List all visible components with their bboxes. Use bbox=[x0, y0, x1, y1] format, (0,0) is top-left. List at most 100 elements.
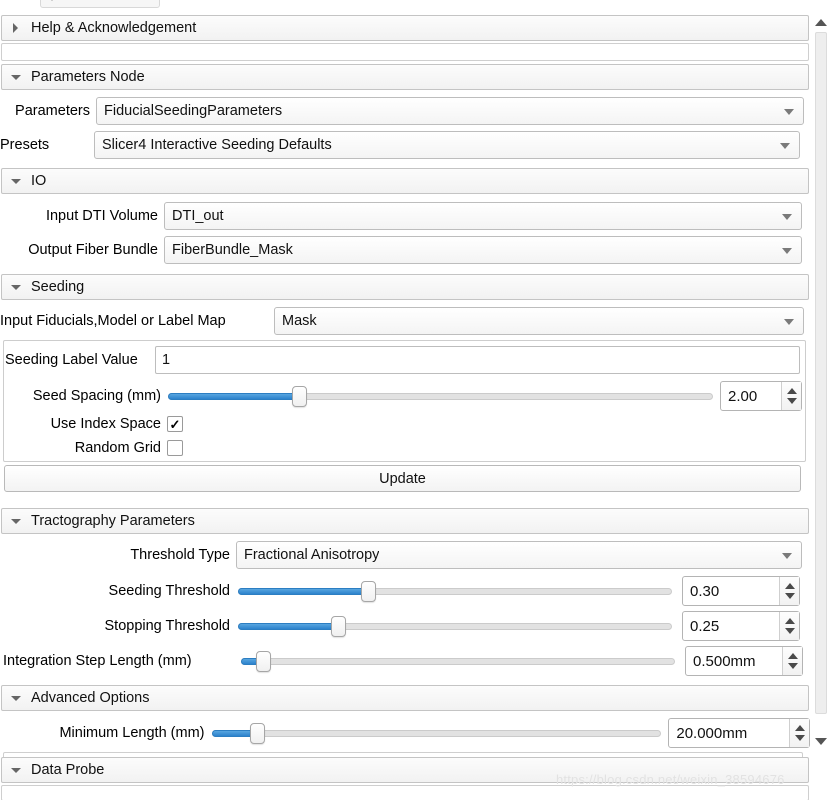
chevron-down-icon bbox=[784, 109, 794, 115]
input-dti-volume-combobox[interactable]: DTI_out bbox=[164, 202, 802, 230]
seeding-label-value-input[interactable]: 1 bbox=[155, 346, 800, 374]
vertical-scrollbar[interactable] bbox=[812, 14, 830, 750]
row-input-dti-volume: Input DTI Volume DTI_out bbox=[0, 201, 810, 231]
parameters-node-combobox[interactable]: FiducialSeedingParameters bbox=[96, 97, 804, 125]
spin-up-icon[interactable] bbox=[784, 583, 795, 589]
stopping-threshold-label: Stopping Threshold bbox=[104, 618, 231, 634]
seeding-threshold-spinbox[interactable]: 0.30 bbox=[682, 576, 800, 606]
spinbox-buttons[interactable] bbox=[789, 719, 809, 747]
section-header-parameters-node[interactable]: Parameters Node bbox=[1, 64, 809, 90]
chevron-down-icon bbox=[9, 70, 23, 84]
row-threshold-type: Threshold Type Fractional Anisotropy bbox=[0, 540, 810, 570]
seeding-label-value-label: Seeding Label Value bbox=[5, 352, 138, 368]
section-title-parameters-node: Parameters Node bbox=[31, 69, 145, 85]
output-fiber-bundle-label: Output Fiber Bundle bbox=[28, 242, 158, 258]
minimum-length-spinbox[interactable]: 20.000mm bbox=[668, 718, 810, 748]
help-body-strip bbox=[1, 43, 809, 61]
spinbox-buttons[interactable] bbox=[781, 382, 801, 410]
row-presets: Presets Slicer4 Interactive Seeding Defa… bbox=[0, 130, 810, 160]
spin-up-icon[interactable] bbox=[784, 618, 795, 624]
slider-handle[interactable] bbox=[330, 616, 346, 637]
input-dti-volume-value: DTI_out bbox=[172, 208, 224, 224]
watermark: https://blog.csdn.net/weixin_38594676 bbox=[556, 772, 785, 787]
input-fiducials-combobox[interactable]: Mask bbox=[274, 307, 804, 335]
row-input-fiducials: Input Fiducials,Model or Label Map Mask bbox=[0, 306, 810, 336]
spin-down-icon[interactable] bbox=[784, 593, 795, 599]
seed-spacing-slider[interactable] bbox=[168, 385, 713, 407]
spin-up-icon[interactable] bbox=[786, 388, 797, 394]
minimum-length-value: 20.000mm bbox=[676, 724, 748, 742]
input-fiducials-label: Input Fiducials,Model or Label Map bbox=[0, 313, 226, 329]
row-seeding-label-value: Seeding Label Value 1 bbox=[3, 345, 803, 375]
output-fiber-bundle-combobox[interactable]: FiberBundle_Mask bbox=[164, 236, 802, 264]
section-header-advanced-options[interactable]: Advanced Options bbox=[1, 685, 809, 711]
row-output-fiber-bundle: Output Fiber Bundle FiberBundle_Mask bbox=[0, 235, 810, 265]
row-use-index-space: Use Index Space ✓ bbox=[3, 414, 803, 434]
use-index-space-checkbox[interactable]: ✓ bbox=[167, 416, 183, 432]
chevron-down-icon bbox=[782, 553, 792, 559]
stopping-threshold-slider[interactable] bbox=[238, 615, 672, 637]
chevron-down-icon bbox=[782, 214, 792, 220]
scroll-down-icon[interactable] bbox=[815, 736, 827, 748]
spin-up-icon[interactable] bbox=[794, 725, 805, 731]
slider-fill bbox=[238, 588, 369, 595]
spin-up-icon[interactable] bbox=[787, 653, 798, 659]
section-header-tractography-parameters[interactable]: Tractography Parameters bbox=[1, 508, 809, 534]
stopping-threshold-spinbox[interactable]: 0.25 bbox=[682, 611, 800, 641]
presets-value: Slicer4 Interactive Seeding Defaults bbox=[102, 137, 332, 153]
section-title-advanced-options: Advanced Options bbox=[31, 690, 150, 706]
minimum-length-slider[interactable] bbox=[212, 722, 662, 744]
spinbox-buttons[interactable] bbox=[782, 647, 802, 675]
section-title-seeding: Seeding bbox=[31, 279, 85, 295]
row-minimum-length: Minimum Length (mm) 20.000mm bbox=[0, 717, 810, 749]
input-fiducials-value: Mask bbox=[282, 313, 317, 329]
section-header-help[interactable]: Help & Acknowledgement bbox=[1, 15, 809, 41]
integration-step-length-slider[interactable] bbox=[241, 650, 675, 672]
chevron-down-icon bbox=[9, 174, 23, 188]
section-title-tractography-parameters: Tractography Parameters bbox=[31, 513, 195, 529]
slider-fill bbox=[168, 393, 299, 400]
chevron-right-icon bbox=[9, 21, 23, 35]
seeding-label-value-text: 1 bbox=[162, 352, 171, 368]
slider-handle[interactable] bbox=[291, 386, 307, 407]
seeding-threshold-value: 0.30 bbox=[690, 582, 720, 600]
panel-column: Help & Acknowledgement Parameters Node P… bbox=[0, 0, 810, 800]
row-random-grid: Random Grid bbox=[3, 438, 803, 458]
seeding-threshold-slider[interactable] bbox=[238, 580, 672, 602]
update-button[interactable]: Update bbox=[4, 465, 801, 492]
threshold-type-combobox[interactable]: Fractional Anisotropy bbox=[236, 541, 802, 569]
slider-handle[interactable] bbox=[361, 581, 377, 602]
stopping-threshold-value: 0.25 bbox=[690, 617, 720, 635]
spin-down-icon[interactable] bbox=[787, 663, 798, 669]
random-grid-label: Random Grid bbox=[74, 440, 161, 456]
seed-spacing-label: Seed Spacing (mm) bbox=[32, 388, 161, 404]
threshold-type-label: Threshold Type bbox=[130, 547, 230, 563]
slider-handle[interactable] bbox=[255, 651, 271, 672]
section-title-data-probe: Data Probe bbox=[31, 762, 105, 778]
presets-combobox[interactable]: Slicer4 Interactive Seeding Defaults bbox=[94, 131, 800, 159]
spinbox-buttons[interactable] bbox=[779, 577, 799, 605]
integration-step-length-label: Integration Step Length (mm) bbox=[3, 653, 192, 669]
chevron-down-icon bbox=[9, 280, 23, 294]
chevron-down-icon bbox=[9, 763, 23, 777]
spinbox-buttons[interactable] bbox=[779, 612, 799, 640]
seed-spacing-spinbox[interactable]: 2.00 bbox=[720, 381, 802, 411]
chevron-down-icon bbox=[782, 248, 792, 254]
scroll-up-icon[interactable] bbox=[815, 16, 827, 28]
integration-step-length-spinbox[interactable]: 0.500mm bbox=[685, 646, 803, 676]
spin-down-icon[interactable] bbox=[794, 735, 805, 741]
scrollbar-thumb[interactable] bbox=[815, 32, 827, 714]
slider-fill bbox=[238, 623, 338, 630]
parameters-label: Parameters bbox=[15, 103, 90, 119]
slider-handle[interactable] bbox=[250, 723, 266, 744]
random-grid-checkbox[interactable] bbox=[167, 440, 183, 456]
row-stopping-threshold: Stopping Threshold 0.25 bbox=[0, 610, 810, 642]
spin-down-icon[interactable] bbox=[786, 398, 797, 404]
spin-down-icon[interactable] bbox=[784, 628, 795, 634]
clipped-widget-above bbox=[40, 0, 160, 8]
section-header-seeding[interactable]: Seeding bbox=[1, 274, 809, 300]
seeding-threshold-label: Seeding Threshold bbox=[108, 583, 230, 599]
section-header-io[interactable]: IO bbox=[1, 168, 809, 194]
threshold-type-value: Fractional Anisotropy bbox=[244, 547, 380, 563]
slicer-module-panel: Help & Acknowledgement Parameters Node P… bbox=[0, 0, 830, 800]
